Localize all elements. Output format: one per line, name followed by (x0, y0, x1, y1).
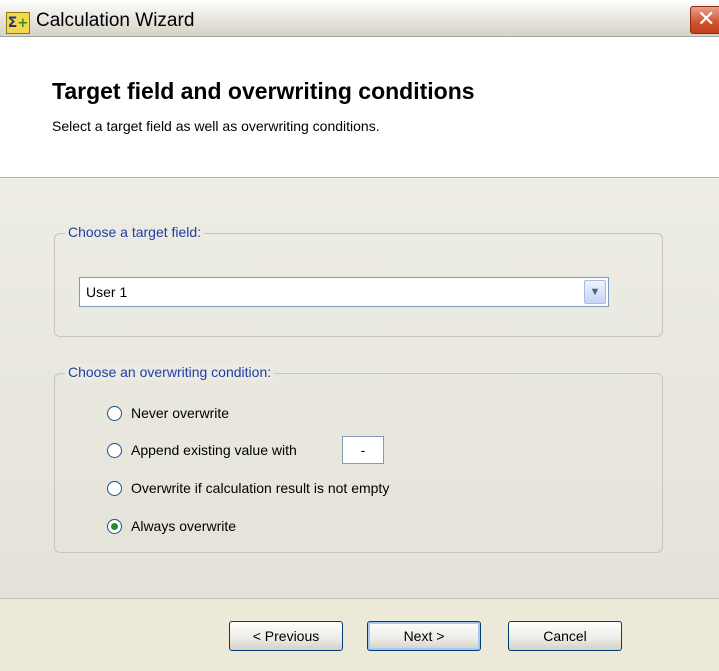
target-field-select[interactable]: User 1 ▼ (79, 277, 609, 307)
radio-append-existing[interactable] (107, 443, 122, 458)
wizard-window: Σ+ Calculation Wizard ✕ Target field and… (0, 0, 719, 671)
previous-button[interactable]: < Previous (229, 621, 343, 651)
overwrite-condition-legend: Choose an overwriting condition: (65, 364, 275, 380)
wizard-content: Choose a target field: User 1 ▼ Choose a… (0, 178, 719, 598)
page-title: Target field and overwriting conditions (52, 78, 475, 104)
chevron-down-icon[interactable]: ▼ (584, 280, 606, 304)
target-field-legend: Choose a target field: (65, 224, 205, 240)
radio-label: Append existing value with (131, 442, 297, 458)
sigma-plus-icon: Σ+ (6, 12, 30, 34)
radio-label: Overwrite if calculation result is not e… (131, 480, 390, 496)
title-bar[interactable]: Σ+ Calculation Wizard ✕ (0, 0, 719, 37)
cancel-button[interactable]: Cancel (508, 621, 622, 651)
radio-always-overwrite[interactable] (107, 519, 122, 534)
wizard-footer: < Previous Next > Cancel (0, 598, 719, 671)
overwrite-condition-group: Choose an overwriting condition: Never o… (54, 364, 663, 553)
window-title: Calculation Wizard (36, 10, 195, 31)
append-value-input[interactable]: - (342, 436, 384, 464)
close-button[interactable]: ✕ (690, 6, 719, 34)
radio-never-overwrite[interactable] (107, 406, 122, 421)
next-button[interactable]: Next > (367, 621, 481, 651)
target-field-group: Choose a target field: User 1 ▼ (54, 224, 663, 337)
wizard-header: Target field and overwriting conditions … (0, 37, 719, 178)
radio-label: Never overwrite (131, 405, 230, 421)
page-subtitle: Select a target field as well as overwri… (52, 118, 380, 134)
target-field-value: User 1 (86, 284, 128, 300)
radio-label: Always overwrite (131, 518, 237, 534)
radio-overwrite-if-not-empty[interactable] (107, 481, 122, 496)
